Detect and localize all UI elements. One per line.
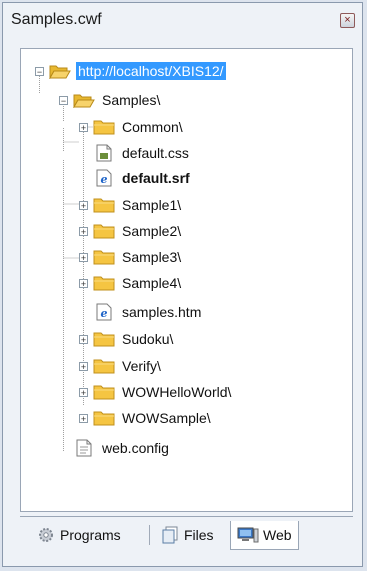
tree-node-label: samples.htm <box>122 304 202 320</box>
tree-node-label: default.srf <box>122 170 190 186</box>
tree-node-label: Sample1\ <box>122 197 182 213</box>
tree-node-label: Samples\ <box>102 92 161 108</box>
tree-node-label: web.config <box>102 440 169 456</box>
tree-node-verify[interactable]: + Verify\ <box>79 354 163 378</box>
tree-node-label: Verify\ <box>122 358 161 374</box>
expand-toggle[interactable]: + <box>79 387 88 397</box>
tree-node-default-css[interactable]: default.css <box>79 141 191 165</box>
folder-icon <box>93 224 115 239</box>
tree-node-label: Common\ <box>122 119 183 135</box>
folder-icon <box>93 411 115 426</box>
window-title: Samples.cwf <box>11 11 102 28</box>
tree-node-default-srf[interactable]: e default.srf <box>79 166 192 190</box>
tree-node-label: Sample2\ <box>122 223 182 239</box>
tree-node-wowsample[interactable]: + WOWSample\ <box>79 406 213 430</box>
expand-toggle[interactable]: + <box>79 226 88 236</box>
expand-toggle[interactable]: + <box>79 334 88 344</box>
tree-node-common[interactable]: + Common\ <box>79 115 185 139</box>
expand-toggle[interactable]: + <box>79 413 88 423</box>
folder-icon <box>93 198 115 213</box>
tab-label: Web <box>263 527 292 543</box>
tree-node-root[interactable]: − http://localhost/XBIS12/ <box>35 59 226 83</box>
collapse-toggle[interactable]: − <box>35 66 44 76</box>
tab-separator <box>149 525 150 545</box>
css-file-icon <box>96 144 112 162</box>
web-icon <box>237 527 259 543</box>
tree-node-samples-htm[interactable]: e samples.htm <box>79 300 203 324</box>
tab-label: Files <box>184 527 214 543</box>
ie-file-icon: e <box>96 169 112 187</box>
tree-node-sample3[interactable]: + Sample3\ <box>79 245 183 269</box>
folder-open-icon <box>49 65 71 79</box>
files-icon <box>162 526 178 544</box>
ie-file-icon: e <box>96 303 112 321</box>
tab-programs[interactable]: Programs <box>30 521 127 549</box>
tab-bar: Programs Files Web <box>20 516 353 553</box>
file-tree-panel: − http://localhost/XBIS12/ − Samples\ + … <box>20 48 353 512</box>
tree-node-samples[interactable]: − Samples\ <box>59 88 162 112</box>
tree-node-sudoku[interactable]: + Sudoku\ <box>79 327 175 351</box>
folder-icon <box>93 332 115 347</box>
folder-icon <box>93 250 115 265</box>
folder-icon <box>93 359 115 374</box>
expand-toggle[interactable]: + <box>79 278 88 288</box>
folder-icon <box>93 385 115 400</box>
collapse-toggle[interactable]: − <box>59 95 68 105</box>
folder-open-icon <box>73 94 95 108</box>
tab-files[interactable]: Files <box>154 521 220 549</box>
tree-node-label: Sudoku\ <box>122 331 174 347</box>
tree-node-label: WOWHelloWorld\ <box>122 384 232 400</box>
tree-node-wowhelloworld[interactable]: + WOWHelloWorld\ <box>79 380 233 404</box>
tree-node-sample1[interactable]: + Sample1\ <box>79 193 183 217</box>
tree-node-label: default.css <box>122 145 189 161</box>
tree-node-label: http://localhost/XBIS12/ <box>76 62 226 80</box>
window-titlebar: Samples.cwf <box>3 3 362 37</box>
tab-label: Programs <box>60 527 121 543</box>
tab-web[interactable]: Web <box>230 521 299 550</box>
config-file-icon <box>76 439 92 457</box>
tree-node-label: Sample3\ <box>122 249 182 265</box>
svg-text:e: e <box>101 307 108 320</box>
tree-node-label: WOWSample\ <box>122 410 211 426</box>
close-icon: × <box>344 14 351 26</box>
tree-node-web-config[interactable]: web.config <box>59 436 171 460</box>
tree-node-label: Sample4\ <box>122 275 182 291</box>
expand-toggle[interactable]: + <box>79 122 88 132</box>
folder-icon <box>93 120 115 135</box>
svg-text:e: e <box>101 173 108 186</box>
close-button[interactable]: × <box>340 13 355 28</box>
tree-node-sample2[interactable]: + Sample2\ <box>79 219 183 243</box>
expand-toggle[interactable]: + <box>79 361 88 371</box>
expand-toggle[interactable]: + <box>79 252 88 262</box>
gear-icon <box>39 528 53 542</box>
expand-toggle[interactable]: + <box>79 200 88 210</box>
tree-node-sample4[interactable]: + Sample4\ <box>79 271 183 295</box>
folder-icon <box>93 276 115 291</box>
